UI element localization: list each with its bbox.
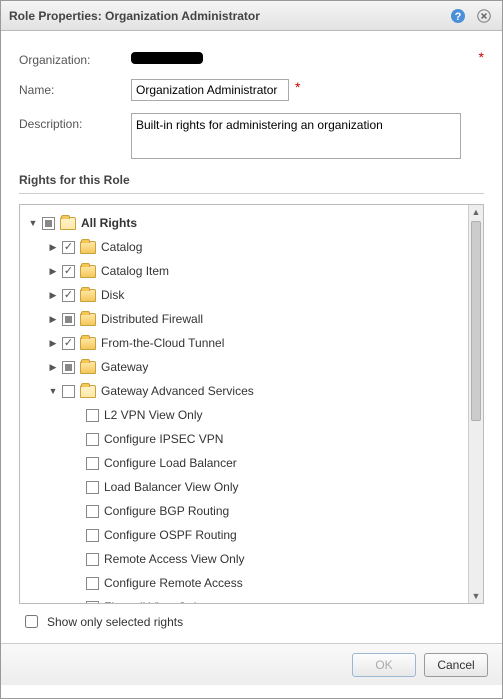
tree-label: Configure BGP Routing [104, 504, 229, 518]
folder-icon [80, 241, 96, 254]
checkbox-icon[interactable] [62, 289, 75, 302]
checkbox-icon[interactable] [86, 529, 99, 542]
folder-icon [80, 265, 96, 278]
folder-icon [80, 385, 96, 398]
tree-leaf[interactable]: Configure BGP Routing [22, 499, 466, 523]
help-icon[interactable]: ? [448, 6, 468, 26]
checkbox-icon[interactable] [86, 505, 99, 518]
tree-leaf[interactable]: Configure Load Balancer [22, 451, 466, 475]
checkbox-icon[interactable] [62, 361, 75, 374]
name-row: Name: * [19, 79, 484, 101]
tree-label: Load Balancer View Only [104, 480, 239, 494]
checkbox-icon[interactable] [62, 241, 75, 254]
title-bar: Role Properties: Organization Administra… [1, 1, 502, 31]
organization-label: Organization: [19, 49, 131, 67]
tree-label: Gateway [101, 360, 148, 374]
checkbox-icon[interactable] [62, 385, 75, 398]
tree-item[interactable]: ▼ Gateway Advanced Services [22, 379, 466, 403]
folder-icon [80, 361, 96, 374]
show-selected-row: Show only selected rights [21, 612, 484, 631]
tree-root[interactable]: ▼ All Rights [22, 211, 466, 235]
required-indicator: * [295, 79, 300, 95]
checkbox-icon[interactable] [86, 457, 99, 470]
scroll-thumb[interactable] [471, 221, 481, 421]
expand-icon[interactable]: ▶ [46, 264, 60, 278]
expand-icon[interactable]: ▶ [46, 288, 60, 302]
checkbox-icon[interactable] [86, 553, 99, 566]
scroll-up-icon[interactable]: ▲ [469, 205, 483, 219]
expand-icon[interactable]: ▶ [46, 240, 60, 254]
tree-leaf[interactable]: Configure IPSEC VPN [22, 427, 466, 451]
organization-row: Organization: * [19, 49, 484, 67]
tree-label: Remote Access View Only [104, 552, 245, 566]
checkbox-icon[interactable] [62, 337, 75, 350]
checkbox-icon[interactable] [42, 217, 55, 230]
expand-icon[interactable]: ▼ [46, 384, 60, 398]
description-label: Description: [19, 113, 131, 131]
tree-label: Gateway Advanced Services [101, 384, 254, 398]
tree-label: Catalog Item [101, 264, 169, 278]
checkbox-icon[interactable] [86, 577, 99, 590]
tree-label: From-the-Cloud Tunnel [101, 336, 224, 350]
tree-label: Configure OSPF Routing [104, 528, 237, 542]
tree-item[interactable]: ▶ From-the-Cloud Tunnel [22, 331, 466, 355]
tree-label: Configure IPSEC VPN [104, 432, 223, 446]
tree-leaf[interactable]: Firewall View Only [22, 595, 466, 603]
svg-text:?: ? [455, 11, 462, 23]
tree-leaf[interactable]: L2 VPN View Only [22, 403, 466, 427]
folder-icon [80, 289, 96, 302]
cancel-button[interactable]: Cancel [424, 653, 488, 677]
checkbox-icon[interactable] [62, 313, 75, 326]
folder-icon [60, 217, 76, 230]
checkbox-icon[interactable] [62, 265, 75, 278]
folder-icon [80, 313, 96, 326]
description-row: Description: [19, 113, 484, 159]
expand-icon[interactable]: ▶ [46, 336, 60, 350]
tree-leaf[interactable]: Remote Access View Only [22, 547, 466, 571]
required-indicator: * [479, 49, 484, 65]
tree-label: Configure Remote Access [104, 576, 243, 590]
tree-label: All Rights [81, 216, 137, 230]
tree-item[interactable]: ▶ Catalog [22, 235, 466, 259]
expand-icon[interactable]: ▼ [26, 216, 40, 230]
description-input[interactable] [131, 113, 461, 159]
tree-item[interactable]: ▶ Catalog Item [22, 259, 466, 283]
scroll-down-icon[interactable]: ▼ [469, 589, 483, 603]
show-selected-checkbox[interactable] [25, 615, 38, 628]
checkbox-icon[interactable] [86, 433, 99, 446]
tree-leaf[interactable]: Configure OSPF Routing [22, 523, 466, 547]
tree-item[interactable]: ▶ Distributed Firewall [22, 307, 466, 331]
tree-leaf[interactable]: Load Balancer View Only [22, 475, 466, 499]
divider [19, 193, 484, 194]
rights-section-title: Rights for this Role [19, 173, 484, 187]
show-selected-label: Show only selected rights [47, 615, 183, 629]
checkbox-icon[interactable] [86, 409, 99, 422]
expand-icon[interactable]: ▶ [46, 360, 60, 374]
rights-tree: ▼ All Rights ▶ Catalog ▶ Catalog Item ▶ Disk ▶ Di… [19, 204, 484, 604]
tree-label: Disk [101, 288, 124, 302]
button-bar: OK Cancel [1, 643, 502, 685]
close-icon[interactable] [474, 6, 494, 26]
window-title: Role Properties: Organization Administra… [9, 9, 442, 23]
folder-icon [80, 337, 96, 350]
name-label: Name: [19, 79, 131, 97]
organization-value [131, 52, 203, 64]
checkbox-icon[interactable] [86, 601, 99, 604]
tree-label: L2 VPN View Only [104, 408, 203, 422]
tree-item[interactable]: ▶ Disk [22, 283, 466, 307]
tree-label: Configure Load Balancer [104, 456, 237, 470]
checkbox-icon[interactable] [86, 481, 99, 494]
expand-icon[interactable]: ▶ [46, 312, 60, 326]
tree-label: Distributed Firewall [101, 312, 203, 326]
tree-label: Catalog [101, 240, 142, 254]
tree-label: Firewall View Only [104, 600, 202, 603]
ok-button[interactable]: OK [352, 653, 416, 677]
name-input[interactable] [131, 79, 289, 101]
dialog-body: Organization: * Name: * Description: Rig… [1, 31, 502, 643]
tree-item[interactable]: ▶ Gateway [22, 355, 466, 379]
scrollbar[interactable]: ▲ ▼ [468, 205, 483, 603]
tree-leaf[interactable]: Configure Remote Access [22, 571, 466, 595]
